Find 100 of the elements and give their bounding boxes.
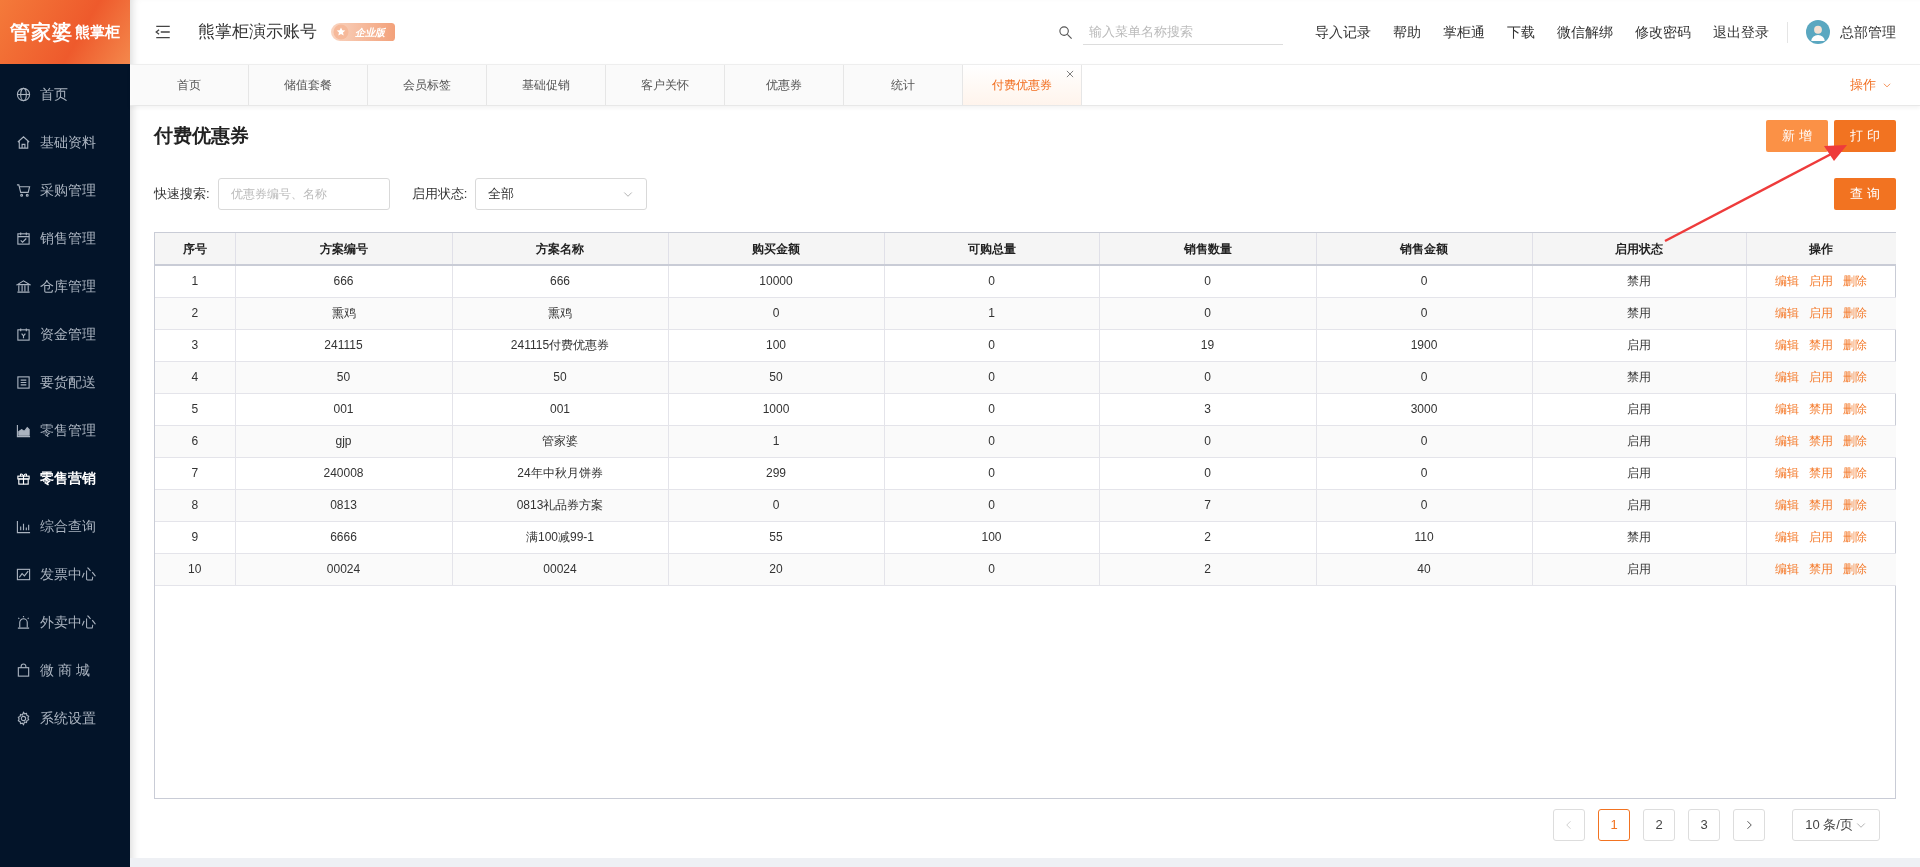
table-cell: 启用 (1532, 457, 1746, 489)
close-icon[interactable] (1065, 69, 1075, 79)
table-cell: 0 (884, 457, 1099, 489)
sidebar-item[interactable]: 零售营销 (0, 454, 130, 502)
table-cell: 禁用 (1532, 361, 1746, 393)
row-action-link[interactable]: 禁用 (1809, 434, 1834, 448)
row-action-link[interactable]: 编辑 (1775, 466, 1800, 480)
row-action-link[interactable]: 删除 (1843, 434, 1868, 448)
page-tab[interactable]: 客户关怀 (606, 65, 725, 105)
page-button[interactable]: 2 (1643, 809, 1675, 841)
sidebar-item[interactable]: 仓库管理 (0, 262, 130, 310)
row-action-link[interactable]: 删除 (1843, 370, 1868, 384)
table-cell: 666 (235, 265, 452, 297)
row-action-link[interactable]: 禁用 (1809, 338, 1834, 352)
table-cell: 6 (155, 425, 235, 457)
sidebar-item[interactable]: 采购管理 (0, 166, 130, 214)
page-tab[interactable]: 优惠券 (725, 65, 844, 105)
sidebar-item[interactable]: 首页 (0, 70, 130, 118)
row-action-link[interactable]: 删除 (1843, 466, 1868, 480)
row-action-link[interactable]: 禁用 (1809, 562, 1834, 576)
table-cell: 0813礼品券方案 (452, 489, 668, 521)
operations-menu[interactable]: 操作 (1850, 75, 1892, 95)
table-cell: 0 (1316, 489, 1532, 521)
row-action-link[interactable]: 禁用 (1809, 498, 1834, 512)
row-action-link[interactable]: 删除 (1843, 498, 1868, 512)
page-tab[interactable]: 会员标签 (368, 65, 487, 105)
row-action-link[interactable]: 启用 (1809, 530, 1834, 544)
row-action-link[interactable]: 编辑 (1775, 530, 1800, 544)
table-cell: 0 (1099, 457, 1316, 489)
row-action-link[interactable]: 启用 (1809, 274, 1834, 289)
table-cell: 5 (155, 393, 235, 425)
house-icon (16, 134, 31, 150)
column-header: 销售数量 (1099, 233, 1316, 265)
row-action-link[interactable]: 禁用 (1809, 466, 1834, 480)
row-action-link[interactable]: 删除 (1843, 274, 1868, 289)
header-link[interactable]: 退出登录 (1713, 21, 1769, 43)
sidebar-item[interactable]: 微 商 城 (0, 646, 130, 694)
table-cell: 6666 (235, 521, 452, 553)
row-action-link[interactable]: 删除 (1843, 402, 1868, 416)
query-button[interactable]: 查 询 (1834, 178, 1896, 210)
row-action-link[interactable]: 禁用 (1809, 402, 1834, 416)
logo-product: 熊掌柜 (75, 21, 120, 42)
row-action-link[interactable]: 删除 (1843, 338, 1868, 352)
toolbar-button[interactable]: 打 印 (1834, 120, 1896, 152)
header-link[interactable]: 帮助 (1393, 21, 1421, 43)
toolbar-button[interactable]: 新 增 (1766, 120, 1828, 152)
status-dropdown[interactable]: 全部 (475, 178, 648, 210)
row-action-link[interactable]: 删除 (1843, 530, 1868, 544)
table-cell: 0 (1316, 265, 1532, 297)
row-action-link[interactable]: 编辑 (1775, 498, 1800, 512)
row-action-link[interactable]: 删除 (1843, 562, 1868, 576)
row-action-link[interactable]: 编辑 (1775, 338, 1800, 352)
search-field[interactable]: 优惠券编号、名称 (217, 178, 390, 210)
table-cell: gjp (235, 425, 452, 457)
sidebar-item[interactable]: 销售管理 (0, 214, 130, 262)
sidebar-item[interactable]: 资金管理 (0, 310, 130, 358)
row-action-link[interactable]: 编辑 (1775, 434, 1800, 448)
row-action-link[interactable]: 编辑 (1775, 370, 1800, 384)
sidebar-item[interactable]: 发票中心 (0, 550, 130, 598)
next-page-button[interactable] (1733, 809, 1765, 841)
bar-chart-icon (16, 518, 31, 534)
table-cell: 1000 (668, 393, 884, 425)
user-name[interactable]: 总部管理 (1840, 21, 1896, 43)
page-button[interactable]: 3 (1688, 809, 1720, 841)
page-button[interactable]: 1 (1598, 809, 1630, 841)
row-action-link[interactable]: 编辑 (1775, 562, 1800, 576)
table-cell: 2 (1099, 521, 1316, 553)
table-cell: 7 (1099, 489, 1316, 521)
header-link[interactable]: 掌柜通 (1443, 21, 1485, 43)
table-cell: 10000 (668, 265, 884, 297)
sidebar-item[interactable]: 零售管理 (0, 406, 130, 454)
row-action-link[interactable]: 编辑 (1775, 306, 1800, 320)
table-cell: 241115付费优惠券 (452, 329, 668, 361)
header-link[interactable]: 修改密码 (1635, 21, 1691, 43)
sidebar-item[interactable]: 外卖中心 (0, 598, 130, 646)
page-tab[interactable]: 储值套餐 (249, 65, 368, 105)
table-cell: 禁用 (1532, 521, 1746, 553)
line-chart-icon (16, 566, 31, 582)
page-tab[interactable]: 首页 (130, 65, 249, 105)
row-action-link[interactable]: 启用 (1809, 306, 1834, 320)
row-action-link[interactable]: 启用 (1809, 370, 1834, 384)
table-cell: 50 (452, 361, 668, 393)
row-action-link[interactable]: 编辑 (1775, 402, 1800, 416)
table-cell: 0 (1316, 457, 1532, 489)
header-link[interactable]: 下载 (1507, 21, 1535, 43)
table-cell: 8 (155, 489, 235, 521)
sidebar-item[interactable]: 综合查询 (0, 502, 130, 550)
page-size-dropdown[interactable]: 10 条/页 (1792, 809, 1880, 841)
sidebar-item[interactable]: 系统设置 (0, 694, 130, 742)
row-action-link[interactable]: 删除 (1843, 306, 1868, 320)
sidebar-item[interactable]: 要货配送 (0, 358, 130, 406)
table-cell: 50 (235, 361, 452, 393)
header-link[interactable]: 导入记录 (1315, 21, 1371, 43)
page-tab[interactable]: 付费优惠券 (963, 65, 1082, 105)
sidebar-item[interactable]: 基础资料 (0, 118, 130, 166)
bag-icon (16, 662, 31, 678)
page-tab[interactable]: 统计 (844, 65, 963, 105)
page-tab[interactable]: 基础促销 (487, 65, 606, 105)
header-link[interactable]: 微信解绑 (1557, 21, 1613, 43)
row-action-link[interactable]: 编辑 (1775, 274, 1800, 289)
